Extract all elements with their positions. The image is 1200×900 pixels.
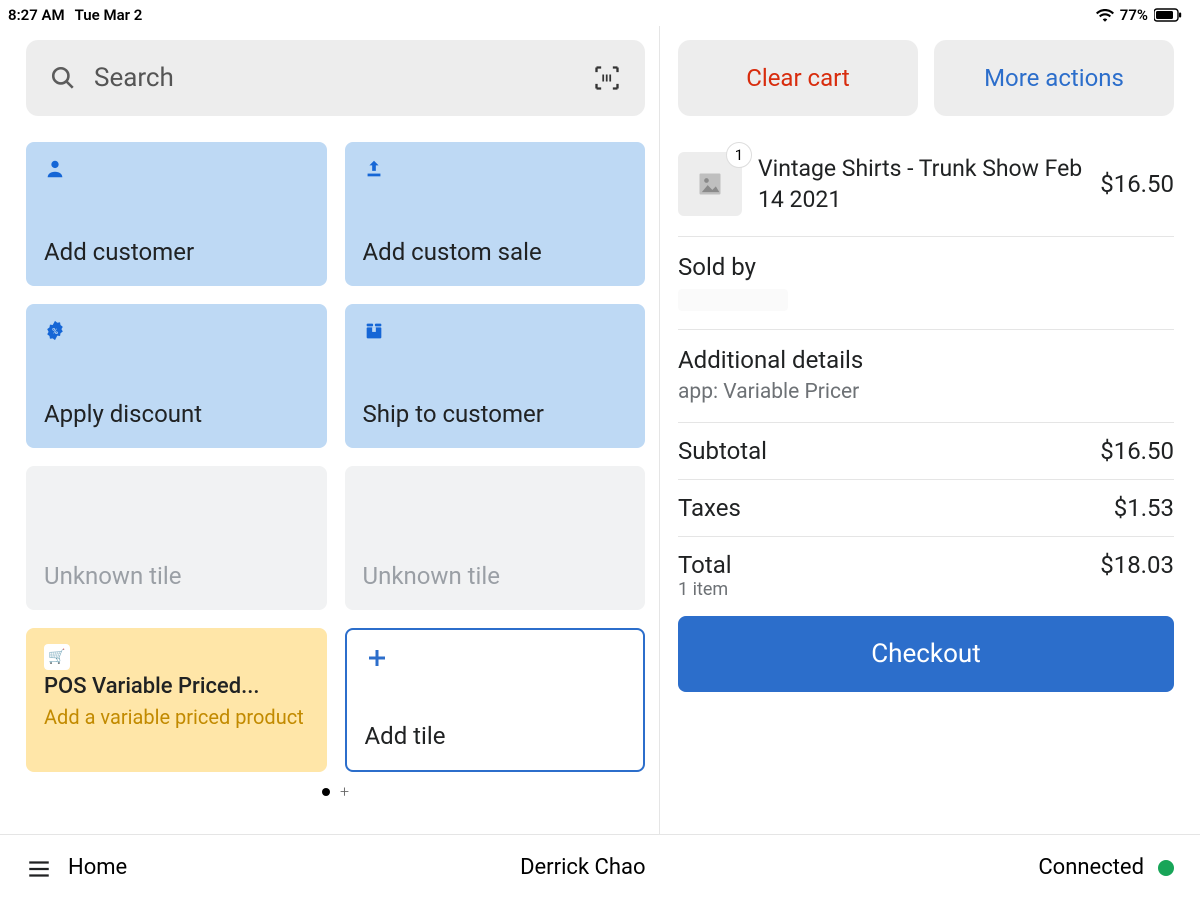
status-battery-pct: 77% [1120, 6, 1148, 24]
tile-add-customer[interactable]: Add customer [26, 142, 327, 286]
tile-label: POS Variable Priced... [44, 674, 309, 699]
battery-icon [1154, 8, 1182, 22]
sold-by-value [678, 289, 788, 311]
tile-unknown[interactable]: Unknown tile [345, 466, 646, 610]
tile-sub: Add a variable priced product [44, 705, 309, 729]
sold-by-label: Sold by [678, 253, 1174, 281]
plus-icon [365, 646, 387, 668]
tile-pos-variable-priced[interactable]: 🛒 POS Variable Priced... Add a variable … [26, 628, 327, 772]
tile-label: Ship to customer [363, 400, 628, 428]
pager-add-page[interactable]: + [340, 782, 349, 801]
subtotal-value: $16.50 [1100, 437, 1174, 465]
tile-label: Add custom sale [363, 238, 628, 266]
item-thumbnail: 1 [678, 152, 742, 216]
connection-status[interactable]: Connected [1038, 855, 1174, 880]
more-actions-button[interactable]: More actions [934, 40, 1174, 116]
tile-label: Add tile [365, 722, 626, 750]
additional-details-section[interactable]: Additional details app: Variable Pricer [678, 330, 1174, 423]
taxes-row[interactable]: Taxes $1.53 [678, 480, 1174, 537]
item-name: Vintage Shirts - Trunk Show Feb 14 2021 [758, 153, 1084, 215]
search-icon [50, 65, 76, 91]
tile-label: Unknown tile [44, 562, 309, 590]
status-date: Tue Mar 2 [75, 6, 143, 24]
status-bar: 8:27 AM Tue Mar 2 77% [0, 0, 1200, 26]
taxes-value: $1.53 [1114, 494, 1174, 522]
status-dot-icon [1158, 860, 1174, 876]
tile-label: Unknown tile [363, 562, 628, 590]
left-pane: Search Add customer Add custom sale % [0, 26, 660, 834]
subtotal-label: Subtotal [678, 437, 767, 465]
total-item-count: 1 item [678, 579, 732, 600]
menu-icon[interactable] [26, 856, 50, 880]
status-time: 8:27 AM [8, 6, 65, 24]
item-qty-badge: 1 [726, 142, 752, 168]
tile-label: Apply discount [44, 400, 309, 428]
total-row: Total 1 item $18.03 [678, 537, 1174, 608]
person-icon [44, 158, 66, 180]
upload-icon [363, 158, 385, 180]
bottom-bar: Home Derrick Chao Connected [0, 834, 1200, 900]
wifi-icon [1096, 8, 1114, 22]
item-price: $16.50 [1100, 170, 1174, 198]
discount-badge-icon: % [44, 320, 66, 342]
current-user[interactable]: Derrick Chao [520, 855, 645, 880]
svg-text:%: % [52, 327, 58, 337]
clear-cart-button[interactable]: Clear cart [678, 40, 918, 116]
barcode-scan-icon[interactable] [593, 64, 621, 92]
additional-details-sub: app: Variable Pricer [678, 380, 1174, 404]
cart-item[interactable]: 1 Vintage Shirts - Trunk Show Feb 14 202… [678, 138, 1174, 237]
total-value: $18.03 [1100, 551, 1174, 579]
search-placeholder: Search [94, 63, 575, 93]
checkout-button[interactable]: Checkout [678, 616, 1174, 692]
tile-apply-discount[interactable]: % Apply discount [26, 304, 327, 448]
search-bar[interactable]: Search [26, 40, 645, 116]
taxes-label: Taxes [678, 494, 741, 522]
nav-home[interactable]: Home [68, 855, 127, 880]
package-icon [363, 320, 385, 342]
pager-dot-active[interactable] [322, 788, 330, 796]
right-pane: Clear cart More actions 1 Vintage Shirts… [660, 26, 1200, 834]
pager: + [26, 782, 645, 801]
subtotal-row: Subtotal $16.50 [678, 423, 1174, 480]
sold-by-section[interactable]: Sold by [678, 237, 1174, 330]
additional-details-label: Additional details [678, 346, 1174, 374]
tile-ship-to-customer[interactable]: Ship to customer [345, 304, 646, 448]
total-label: Total [678, 551, 732, 579]
tile-add-tile[interactable]: Add tile [345, 628, 646, 772]
tile-unknown[interactable]: Unknown tile [26, 466, 327, 610]
cart-app-icon: 🛒 [44, 644, 70, 670]
tile-add-custom-sale[interactable]: Add custom sale [345, 142, 646, 286]
tile-label: Add customer [44, 238, 309, 266]
connection-label: Connected [1038, 855, 1144, 880]
